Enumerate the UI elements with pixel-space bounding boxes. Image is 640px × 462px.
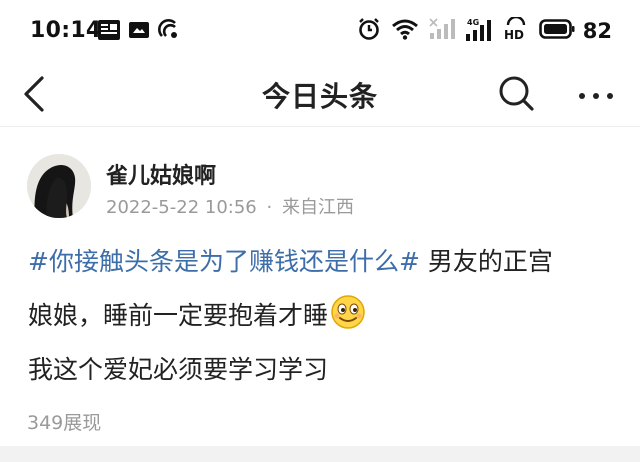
- message-icon: [128, 20, 150, 44]
- wifi-icon: [391, 18, 419, 44]
- post-line-2-text: 娘娘，睡前一定要抱着才睡: [28, 301, 329, 330]
- page-title: 今日头条: [261, 80, 378, 113]
- post-line-3: 我这个爱妃必须要学习学习: [28, 343, 628, 397]
- battery-level: 82: [582, 19, 612, 43]
- post-card: 雀儿姑娘啊 2022-5-22 10:56 · 来自江西 #你接触头条是为了赚钱…: [0, 127, 640, 437]
- hashtag-link[interactable]: #你接触头条是为了赚钱还是什么#: [28, 247, 420, 276]
- post-line-1: #你接触头条是为了赚钱还是什么# 男友的正宫: [28, 235, 628, 289]
- smile-emoji-icon: [330, 294, 366, 330]
- status-time: 10:14: [30, 18, 102, 43]
- author-name[interactable]: 雀儿姑娘啊: [106, 158, 216, 190]
- status-right-icons: 4G HD 82: [357, 15, 612, 45]
- battery-icon: [538, 19, 575, 43]
- post-date: 2022-5-22 10:56: [106, 197, 257, 218]
- meta-separator: ·: [266, 197, 273, 218]
- post-line-3-text: 我这个爱妃必须要学习学习: [28, 355, 329, 384]
- svg-text:4G: 4G: [467, 18, 479, 27]
- post-source: 来自江西: [281, 197, 354, 218]
- alarm-icon: [357, 17, 381, 45]
- post-line-1-text: 男友的正宫: [419, 247, 553, 276]
- toutiao-app-icon: [98, 20, 120, 44]
- post-meta: 2022-5-22 10:56 · 来自江西: [106, 193, 354, 219]
- more-icon: [574, 93, 618, 120]
- more-button[interactable]: [574, 72, 618, 116]
- signal-icon: [429, 18, 455, 44]
- hd-icon: HD: [503, 15, 529, 45]
- view-count: 349展现: [27, 412, 102, 434]
- search-icon: [494, 76, 538, 119]
- 4g-signal-icon: 4G: [465, 17, 493, 45]
- svg-text:HD: HD: [504, 28, 524, 41]
- hotspot-icon: [158, 19, 180, 45]
- nav-bar: 今日头条: [0, 62, 640, 127]
- status-left-icons: [98, 19, 180, 45]
- search-button[interactable]: [494, 71, 538, 115]
- section-divider: [0, 446, 640, 462]
- status-bar: 10:14 4G HD 82: [0, 0, 640, 62]
- avatar[interactable]: [27, 154, 91, 218]
- post-line-2: 娘娘，睡前一定要抱着才睡: [28, 289, 628, 343]
- post-body: #你接触头条是为了赚钱还是什么# 男友的正宫 娘娘，睡前一定要抱着才睡 我这个爱…: [28, 235, 628, 397]
